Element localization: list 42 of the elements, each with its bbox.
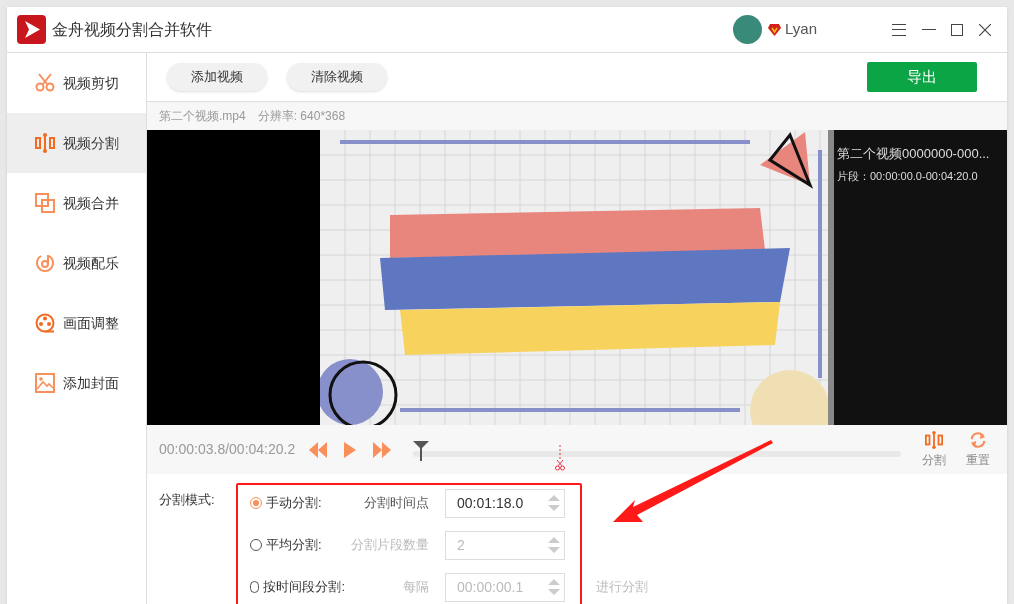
- menu-icon[interactable]: [892, 23, 906, 36]
- radio-option[interactable]: 手动分割:: [250, 493, 345, 513]
- toolbar-button[interactable]: 添加视频: [167, 63, 267, 91]
- diamond-icon: [768, 23, 781, 36]
- close-icon[interactable]: [979, 23, 991, 36]
- file-name: 第二个视频.mp4: [159, 108, 246, 125]
- reset-button[interactable]: 重置: [961, 430, 995, 469]
- spinner-arrows-icon[interactable]: [548, 536, 560, 554]
- window-title: 金舟视频分割合并软件: [52, 19, 212, 40]
- suffix-label: 进行分割: [596, 578, 648, 597]
- user-name: Lyan: [785, 19, 817, 40]
- playhead-handle[interactable]: [412, 440, 429, 461]
- split-icon: [35, 133, 55, 153]
- field-label: 分割时间点: [363, 494, 430, 513]
- spinner-arrows-icon[interactable]: [548, 494, 560, 512]
- film-reel-icon: [35, 313, 55, 333]
- image-icon: [35, 373, 55, 393]
- split-icon: [925, 430, 943, 449]
- app-logo-icon: [17, 15, 46, 44]
- spin-field[interactable]: 00:01:18.0: [445, 488, 565, 518]
- play-icon[interactable]: [344, 441, 356, 458]
- field-label: 每隔: [402, 578, 430, 597]
- spinner-arrows-icon[interactable]: [548, 578, 560, 596]
- sidebar-item[interactable]: 视频分割: [7, 113, 146, 173]
- segment-title: 第二个视频0000000-000...: [837, 145, 991, 163]
- maximize-icon[interactable]: [951, 23, 963, 36]
- toolbar-button[interactable]: 清除视频: [287, 63, 387, 91]
- music-note-icon: [35, 253, 55, 273]
- field-label: 分割片段数量: [350, 536, 430, 555]
- split-button[interactable]: 分割: [917, 430, 951, 469]
- segment-range: 片段：00:00:00.0-00:04:20.0: [837, 168, 979, 184]
- overlapping-squares-icon: [35, 193, 55, 213]
- split-mode-label: 分割模式:: [159, 491, 216, 509]
- rewind-icon[interactable]: [309, 441, 327, 458]
- radio-option[interactable]: 平均分割:: [250, 535, 345, 555]
- refresh-icon: [969, 430, 987, 449]
- scissors-icon: [35, 73, 55, 93]
- resolution-label: 分辨率: 640*368: [257, 108, 346, 125]
- user-avatar: [733, 15, 762, 44]
- playback-time: 00:00:03.8/00:04:20.2: [159, 440, 297, 459]
- radio-option[interactable]: 按时间段分割:: [250, 577, 345, 597]
- fast-forward-icon[interactable]: [373, 441, 391, 458]
